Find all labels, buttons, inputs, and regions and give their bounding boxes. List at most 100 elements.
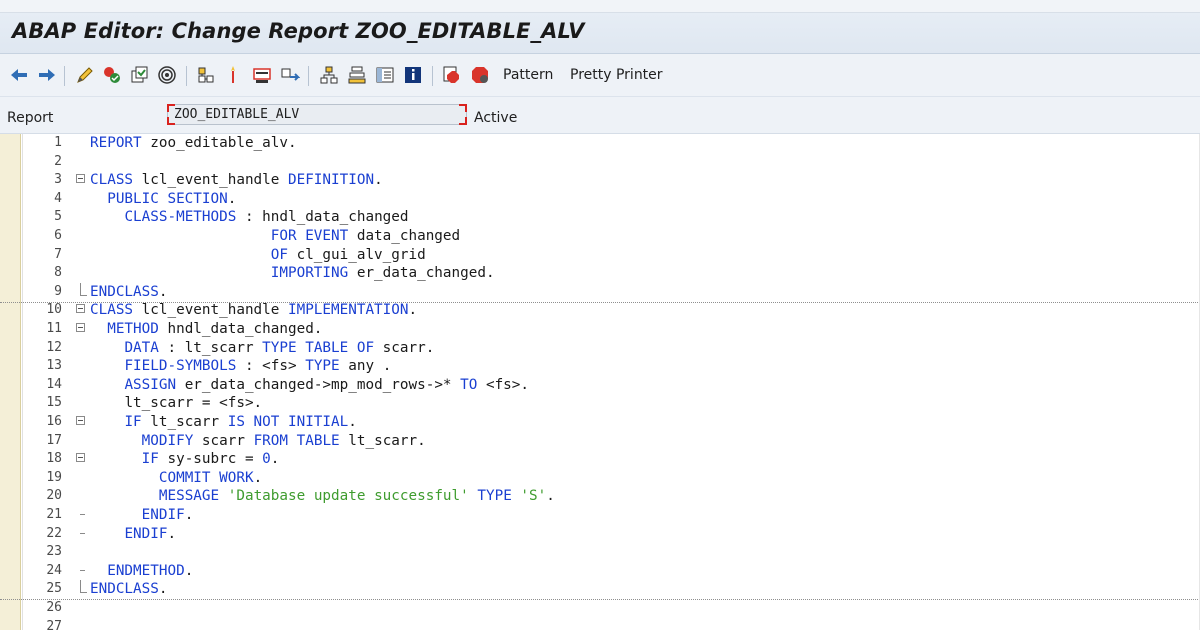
code-text: FIELD-SYMBOLS : <fs> TYPE any . xyxy=(124,358,392,375)
code-line[interactable]: 2 xyxy=(0,153,1200,172)
session-breakpoint-icon[interactable] xyxy=(469,64,491,86)
code-line[interactable]: 21 ENDIF. xyxy=(0,506,1200,525)
code-line[interactable]: 19 COMMIT WORK. xyxy=(0,469,1200,488)
report-status: Active xyxy=(474,110,518,126)
code-text: ENDIF. xyxy=(124,525,177,542)
code-editor[interactable]: 1 REPORT zoo_editable_alv. 2 3 CLASS lcl_eve… xyxy=(0,134,1200,630)
code-line[interactable]: 9 ENDCLASS. xyxy=(0,282,1200,303)
object-list-icon[interactable] xyxy=(222,64,244,86)
code-text: CLASS lcl_event_handle DEFINITION. xyxy=(90,172,383,189)
code-line[interactable]: 7 OF cl_gui_alv_grid xyxy=(0,246,1200,265)
forward-arrow-icon[interactable] xyxy=(36,64,58,86)
fold-toggle-icon[interactable] xyxy=(76,304,85,314)
code-line[interactable]: 26 xyxy=(0,599,1200,618)
code-text: IF lt_scarr IS NOT INITIAL. xyxy=(124,414,357,430)
fold-toggle-icon[interactable] xyxy=(76,323,85,332)
line-number: 6 xyxy=(54,228,62,243)
code-line[interactable]: 24 ENDMETHOD. xyxy=(0,562,1200,581)
line-number: 20 xyxy=(46,488,62,504)
pattern-button[interactable]: Pattern xyxy=(503,67,553,83)
code-text: DATA : lt_scarr TYPE TABLE OF scarr. xyxy=(124,339,435,356)
code-line[interactable]: 22 ENDIF. xyxy=(0,525,1200,544)
window-title: ABAP Editor: Change Report ZOO_EDITABLE_… xyxy=(12,19,585,43)
check-syntax-icon[interactable] xyxy=(101,64,123,86)
information-icon[interactable] xyxy=(402,64,424,86)
set-breakpoint-icon[interactable] xyxy=(441,64,463,86)
line-number: 27 xyxy=(46,618,62,630)
line-number: 17 xyxy=(46,432,62,448)
code-line[interactable]: 3 CLASS lcl_event_handle DEFINITION. xyxy=(0,171,1200,190)
code-text: REPORT zoo_editable_alv. xyxy=(90,135,297,151)
code-text: METHOD hndl_data_changed. xyxy=(107,321,323,337)
code-line[interactable]: 27 xyxy=(0,618,1200,630)
report-bar: Report ZOO_EDITABLE_ALV Active xyxy=(0,97,1200,134)
enhance-icon[interactable] xyxy=(279,64,301,86)
line-number: 23 xyxy=(46,544,62,560)
line-number: 4 xyxy=(54,190,62,206)
code-text: PUBLIC SECTION. xyxy=(107,190,237,207)
line-number: 11 xyxy=(46,321,62,336)
line-number: 10 xyxy=(46,302,62,318)
code-line[interactable]: 17 MODIFY scarr FROM TABLE lt_scarr. xyxy=(0,432,1200,451)
report-name-field[interactable]: ZOO_EDITABLE_ALV xyxy=(167,104,467,125)
line-number: 9 xyxy=(54,283,62,299)
stack-icon[interactable] xyxy=(346,64,368,86)
code-line[interactable]: 8 IMPORTING er_data_changed. xyxy=(0,264,1200,283)
code-text: IF sy-subrc = 0. xyxy=(141,451,280,468)
code-line[interactable]: 4 PUBLIC SECTION. xyxy=(0,190,1200,209)
hierarchy-icon[interactable] xyxy=(318,64,340,86)
code-text: lt_scarr = <fs>. xyxy=(124,395,263,412)
code-line[interactable]: 13 FIELD-SYMBOLS : <fs> TYPE any . xyxy=(0,357,1200,376)
fold-end-marker xyxy=(80,569,85,571)
code-line[interactable]: 5 CLASS-METHODS : hndl_data_changed xyxy=(0,208,1200,227)
pretty-printer-button[interactable]: Pretty Printer xyxy=(570,67,663,83)
fold-end-marker xyxy=(80,514,85,515)
line-number: 18 xyxy=(46,451,62,467)
line-number: 26 xyxy=(46,600,62,615)
code-line[interactable]: 23 xyxy=(0,543,1200,562)
fold-end-marker xyxy=(80,282,87,296)
fold-end-marker xyxy=(80,580,87,594)
code-line[interactable]: 15 lt_scarr = <fs>. xyxy=(0,394,1200,413)
code-text: MODIFY scarr FROM TABLE lt_scarr. xyxy=(141,432,426,449)
code-line[interactable]: 14 ASSIGN er_data_changed->mp_mod_rows->… xyxy=(0,376,1200,395)
code-line[interactable]: 1 REPORT zoo_editable_alv. xyxy=(0,134,1200,153)
focus-corner xyxy=(459,117,467,125)
code-line[interactable]: 6 FOR EVENT data_changed xyxy=(0,227,1200,246)
line-number: 25 xyxy=(46,581,62,597)
code-line[interactable]: 12 DATA : lt_scarr TYPE TABLE OF scarr. xyxy=(0,339,1200,358)
line-number: 5 xyxy=(54,209,62,225)
line-number: 24 xyxy=(46,562,62,578)
where-used-icon[interactable] xyxy=(195,64,217,86)
title-bar: ABAP Editor: Change Report ZOO_EDITABLE_… xyxy=(0,13,1200,54)
line-number: 22 xyxy=(46,525,62,541)
line-number: 13 xyxy=(46,358,62,374)
code-line[interactable]: 11 METHOD hndl_data_changed. xyxy=(0,320,1200,339)
toolbar-separator xyxy=(432,66,433,86)
code-text: CLASS-METHODS : hndl_data_changed xyxy=(124,209,409,226)
focus-corner xyxy=(167,117,175,125)
focus-corner xyxy=(459,104,467,112)
fold-toggle-icon[interactable] xyxy=(76,416,85,425)
code-line[interactable]: 10 CLASS lcl_event_handle IMPLEMENTATION. xyxy=(0,301,1200,320)
line-number: 21 xyxy=(46,507,62,522)
display-navigation-icon[interactable] xyxy=(251,64,273,86)
report-label: Report xyxy=(7,110,54,126)
other-object-icon[interactable] xyxy=(74,64,96,86)
back-arrow-icon[interactable] xyxy=(8,64,30,86)
code-text: ENDCLASS. xyxy=(90,581,168,598)
activate-icon[interactable] xyxy=(128,64,150,86)
fold-toggle-icon[interactable] xyxy=(76,453,85,463)
code-text: COMMIT WORK. xyxy=(158,469,263,486)
code-line[interactable]: 20 MESSAGE 'Database update successful' … xyxy=(0,487,1200,506)
code-line[interactable]: 18 IF sy-subrc = 0. xyxy=(0,450,1200,469)
code-text: ENDCLASS. xyxy=(90,283,168,300)
fold-toggle-icon[interactable] xyxy=(76,174,85,184)
code-line[interactable]: 16 IF lt_scarr IS NOT INITIAL. xyxy=(0,413,1200,432)
test-icon[interactable] xyxy=(156,64,178,86)
layout-icon[interactable] xyxy=(374,64,396,86)
code-text: IMPORTING er_data_changed. xyxy=(270,265,495,282)
report-name-value: ZOO_EDITABLE_ALV xyxy=(174,107,300,122)
code-text: OF cl_gui_alv_grid xyxy=(270,246,426,263)
code-line[interactable]: 25 ENDCLASS. xyxy=(0,580,1200,601)
